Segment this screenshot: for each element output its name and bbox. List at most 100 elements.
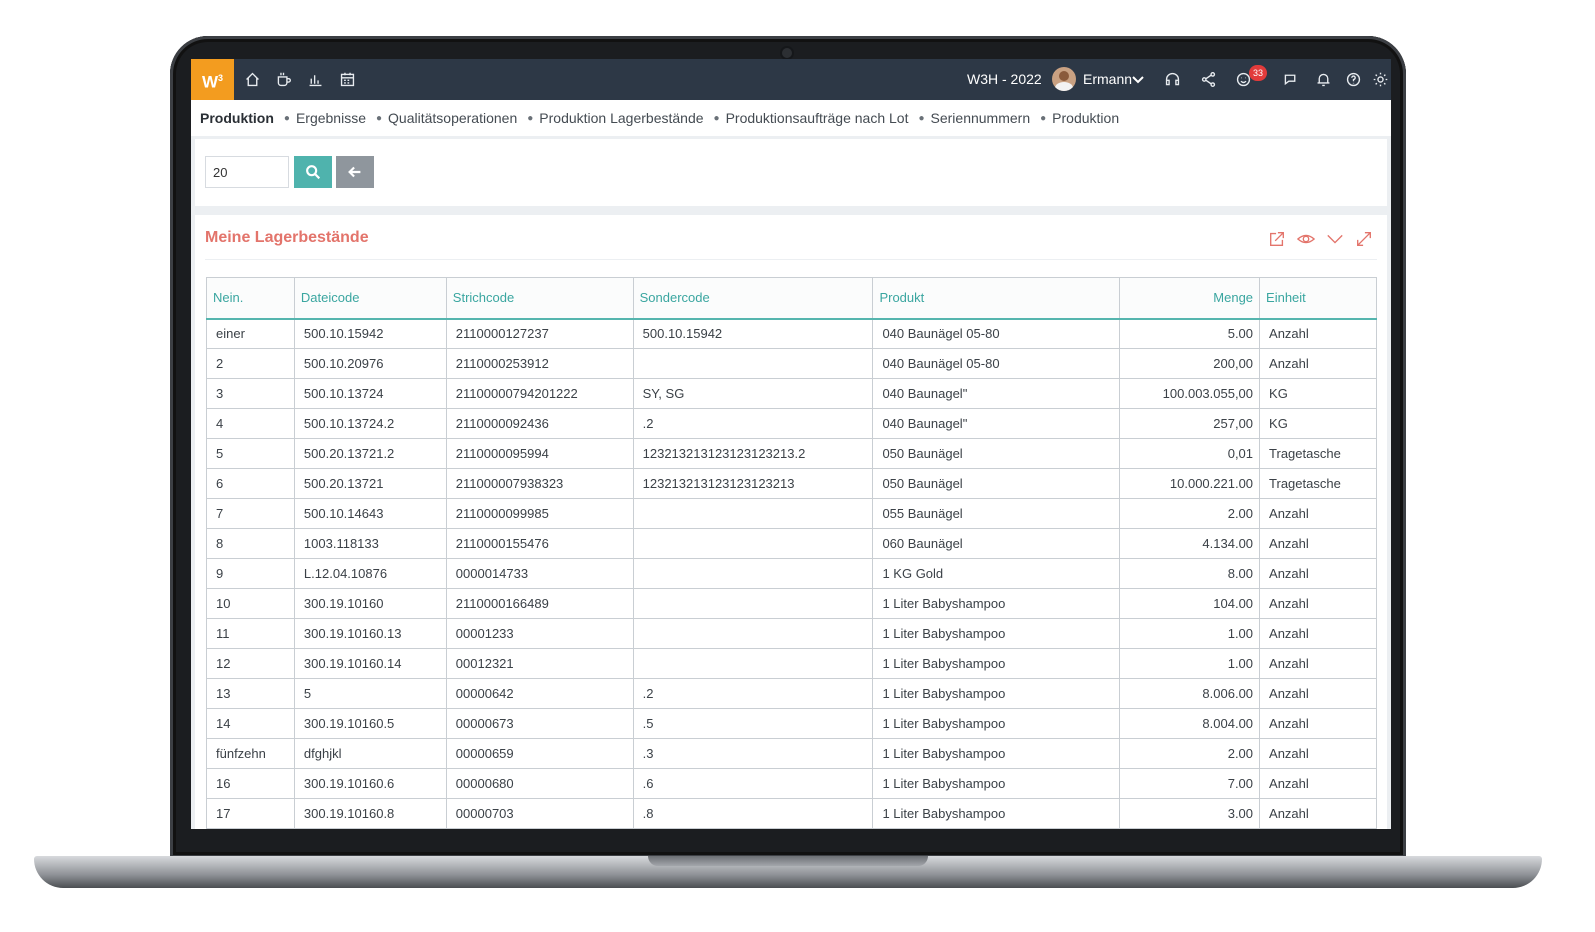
- column-header-produkt[interactable]: Produkt: [872, 277, 1121, 320]
- cell-number: 9: [206, 558, 295, 589]
- cell-einheit: Anzahl: [1259, 348, 1377, 379]
- table-row[interactable]: 2 500.10.20976 2110000253912 040 Baunägel 0…: [206, 348, 1377, 379]
- breadcrumb-produktion-lagerbestaende[interactable]: Produktion Lagerbestände: [539, 110, 703, 126]
- breadcrumb-produktion-2[interactable]: Produktion: [1052, 110, 1119, 126]
- cell-menge: 4.134.00: [1119, 528, 1261, 559]
- chat-icon[interactable]: [1280, 69, 1300, 89]
- table-row[interactable]: fünfzehn dfghjkl 00000659.3 1 Liter Babysha…: [206, 738, 1377, 769]
- cell-strichcode: 2110000166489: [445, 588, 634, 619]
- camera-dot: [780, 46, 794, 60]
- chart-icon[interactable]: [305, 69, 325, 89]
- cell-menge: 1.00: [1119, 618, 1261, 649]
- breadcrumb-ergebnisse[interactable]: Ergebnisse: [296, 110, 366, 126]
- table-row[interactable]: 10 300.19.10160 2110000166489 1 Liter Babys…: [206, 588, 1377, 619]
- cell-strichcode: 211000007938323: [445, 468, 634, 499]
- share-icon[interactable]: [1198, 69, 1218, 89]
- column-header-dateicode[interactable]: Dateicode: [293, 277, 447, 320]
- laptop-notch: [648, 856, 928, 866]
- breadcrumb-separator: ●: [1040, 112, 1047, 124]
- cell-strichcode: 2110000099985: [445, 498, 634, 529]
- bell-icon[interactable]: [1313, 69, 1333, 89]
- cell-sondercode: [632, 558, 874, 589]
- cell-menge: 1.00: [1119, 648, 1261, 679]
- cell-menge: 200,00: [1119, 348, 1261, 379]
- cell-menge: 3.00: [1119, 798, 1261, 829]
- stock-card: Meine Lagerbestände Nein. Dateicode Stri…: [195, 215, 1387, 829]
- company-selector[interactable]: W3H - 2022: [967, 71, 1042, 87]
- eye-icon[interactable]: [1296, 229, 1315, 248]
- table-row[interactable]: 12 300.19.10160.14 00012321 1 Liter Babysha…: [206, 648, 1377, 679]
- breadcrumb-qualitaetsoperationen[interactable]: Qualitätsoperationen: [388, 110, 517, 126]
- breadcrumb-produktion[interactable]: Produktion: [200, 110, 274, 126]
- coffee-icon[interactable]: [273, 69, 293, 89]
- cell-einheit: Anzahl: [1259, 738, 1377, 769]
- expand-icon[interactable]: [1354, 229, 1373, 248]
- cell-menge: 8.006.00: [1119, 678, 1261, 709]
- avatar[interactable]: [1052, 67, 1076, 91]
- cell-sondercode: .2: [632, 678, 874, 709]
- back-button[interactable]: [336, 156, 374, 188]
- cell-menge: 8.004.00: [1119, 708, 1261, 739]
- table-row[interactable]: 16 300.19.10160.6 00000680.6 1 Liter Babysh…: [206, 768, 1377, 799]
- table-row[interactable]: 4 500.10.13724.2 2110000092436.2 040 Baunag…: [206, 408, 1377, 439]
- cell-sondercode: .5: [632, 708, 874, 739]
- cell-number: 6: [206, 468, 295, 499]
- chevron-down-icon[interactable]: [1325, 229, 1344, 248]
- breadcrumb-seriennummern[interactable]: Seriennummern: [931, 110, 1031, 126]
- table-row[interactable]: 13 5 00000642.2 1 Liter Babyshampoo 8.006.00…: [206, 678, 1377, 709]
- export-icon[interactable]: [1267, 229, 1286, 248]
- cell-strichcode: 00012321: [445, 648, 634, 679]
- app-logo[interactable]: W3: [191, 59, 234, 100]
- table-row[interactable]: 17 300.19.10160.8 00000703.8 1 Liter Babysh…: [206, 798, 1377, 829]
- table-row[interactable]: 7 500.10.14643 2110000099985 055 Baunägel 2.…: [206, 498, 1377, 529]
- table-row[interactable]: 8 1003.118133 2110000155476 060 Baunägel 4.1…: [206, 528, 1377, 559]
- cell-sondercode: .6: [632, 768, 874, 799]
- cell-produkt: 1 KG Gold: [872, 558, 1121, 589]
- cell-einheit: Anzahl: [1259, 768, 1377, 799]
- cell-menge: 0,01: [1119, 438, 1261, 469]
- cell-strichcode: 2110000127237: [445, 318, 634, 349]
- home-icon[interactable]: [242, 69, 262, 89]
- cell-einheit: Anzahl: [1259, 618, 1377, 649]
- table-row[interactable]: 3 500.10.13724 21100000794201222 SY, SG 040 …: [206, 378, 1377, 409]
- cell-produkt: 050 Baunägel: [872, 438, 1121, 469]
- cell-sondercode: [632, 498, 874, 529]
- cell-produkt: 040 Baunägel 05-80: [872, 348, 1121, 379]
- cell-produkt: 1 Liter Babyshampoo: [872, 588, 1121, 619]
- cell-sondercode: [632, 348, 874, 379]
- gear-icon[interactable]: [1370, 69, 1390, 89]
- table-row[interactable]: 5 500.20.13721.2 2110000095994 123213213123…: [206, 438, 1377, 469]
- card-title: Meine Lagerbestände: [205, 229, 369, 246]
- cell-produkt: 1 Liter Babyshampoo: [872, 708, 1121, 739]
- cell-produkt: 040 Baunagel": [872, 408, 1121, 439]
- column-header-einheit[interactable]: Einheit: [1259, 277, 1377, 320]
- search-button[interactable]: [294, 156, 332, 188]
- column-header-strichcode[interactable]: Strichcode: [445, 277, 634, 320]
- table-row[interactable]: 11 300.19.10160.13 00001233 1 Liter Babysha…: [206, 618, 1377, 649]
- breadcrumb-produktionsauftraege[interactable]: Produktionsaufträge nach Lot: [726, 110, 909, 126]
- table-row[interactable]: einer 500.10.15942 2110000127237 500.10.159…: [206, 318, 1377, 349]
- cell-sondercode: .2: [632, 408, 874, 439]
- cell-einheit: Anzahl: [1259, 528, 1377, 559]
- cell-dateicode: dfghjkl: [293, 738, 447, 769]
- cell-menge: 10.000.221.00: [1119, 468, 1261, 499]
- calendar-icon[interactable]: [337, 69, 357, 89]
- help-icon[interactable]: [1343, 69, 1363, 89]
- table-row[interactable]: 9 L.12.04.10876 0000014733 1 KG Gold 8.00 Anz…: [206, 558, 1377, 589]
- column-header-menge[interactable]: Menge: [1119, 277, 1261, 320]
- column-header-number[interactable]: Nein.: [206, 277, 295, 320]
- cell-strichcode: 00000673: [445, 708, 634, 739]
- cell-number: 12: [206, 648, 295, 679]
- breadcrumb-separator: ●: [375, 112, 383, 124]
- table-row[interactable]: 14 300.19.10160.5 00000673.5 1 Liter Babysh…: [206, 708, 1377, 739]
- search-panel: [195, 139, 1387, 206]
- cell-dateicode: 500.20.13721.2: [293, 438, 447, 469]
- chevron-down-icon[interactable]: [1131, 72, 1145, 86]
- search-input[interactable]: [205, 156, 289, 188]
- cell-number: 5: [206, 438, 295, 469]
- headset-icon[interactable]: [1162, 69, 1182, 89]
- user-name[interactable]: Ermann: [1083, 71, 1132, 87]
- table-row[interactable]: 6 500.20.13721 211000007938323 123213213123…: [206, 468, 1377, 499]
- cell-menge: 104.00: [1119, 588, 1261, 619]
- column-header-sondercode[interactable]: Sondercode: [632, 277, 874, 320]
